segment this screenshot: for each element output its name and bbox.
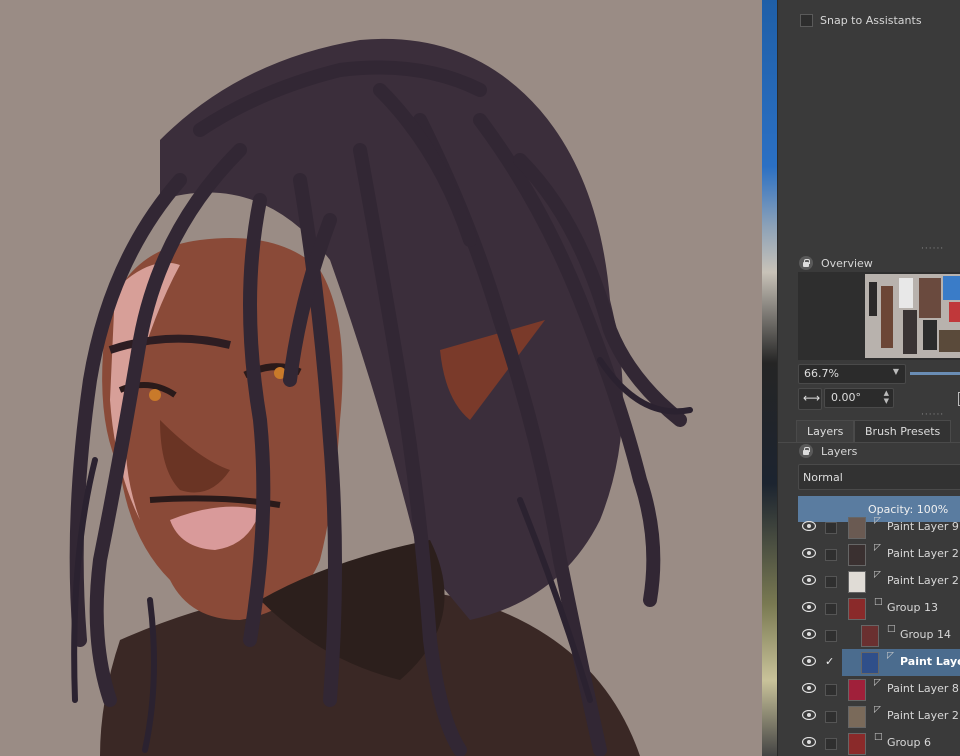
eye-icon[interactable] bbox=[802, 710, 816, 720]
paint-layer-icon: ◸ bbox=[874, 543, 881, 553]
layer-thumbnail bbox=[848, 706, 866, 728]
paint-layer-icon: ◸ bbox=[874, 516, 881, 526]
layer-checkbox[interactable] bbox=[825, 576, 837, 588]
layer-checkbox[interactable] bbox=[825, 711, 837, 723]
lock-icon[interactable] bbox=[799, 444, 813, 458]
folder-icon: □ bbox=[887, 624, 896, 634]
layer-name: Paint Layer 8 (p bbox=[887, 682, 960, 695]
eye-icon[interactable] bbox=[802, 548, 816, 558]
eye-icon[interactable] bbox=[802, 737, 816, 747]
layer-thumbnail bbox=[861, 625, 879, 647]
layer-list[interactable]: ◸ Paint Layer 9 (p ◸ Paint Layer 2 (p ◸ Paint… bbox=[778, 516, 960, 756]
layers-title: Layers bbox=[821, 445, 858, 458]
layer-thumbnail bbox=[848, 679, 866, 701]
eye-icon[interactable] bbox=[802, 602, 816, 612]
folder-icon: □ bbox=[874, 597, 883, 607]
layer-checkbox[interactable] bbox=[825, 630, 837, 642]
layer-row[interactable]: ◸ Paint Layer 2 (p bbox=[778, 541, 960, 568]
layer-name: Paint Layer bbox=[900, 655, 960, 668]
eye-icon[interactable] bbox=[802, 656, 816, 666]
layer-checkbox[interactable] bbox=[825, 549, 837, 561]
docker-panel: Snap to Assistants ······ Overview 66.7%… bbox=[777, 0, 960, 756]
panel-splitter[interactable]: ······ bbox=[921, 410, 944, 420]
layer-row[interactable]: □ Group 13 bbox=[778, 595, 960, 622]
layer-thumbnail bbox=[848, 733, 866, 755]
eye-icon[interactable] bbox=[802, 683, 816, 693]
layer-name: Group 13 bbox=[887, 601, 938, 614]
layer-name: Paint Layer 2 (p bbox=[887, 574, 960, 587]
tab-brush-presets[interactable]: Brush Presets bbox=[854, 420, 952, 443]
blend-mode-select[interactable]: Normal bbox=[798, 464, 960, 490]
paint-layer-icon: ◸ bbox=[874, 705, 881, 715]
layer-thumbnail bbox=[848, 544, 866, 566]
layer-row[interactable]: ◸ Paint Layer 2 (p bbox=[778, 703, 960, 730]
zoom-value: 66.7% bbox=[804, 367, 839, 380]
rotation-field[interactable]: 0.00° ▲ ▼ bbox=[824, 388, 894, 408]
layer-row[interactable]: ◸ Paint Layer 2 (p bbox=[778, 568, 960, 595]
layer-row[interactable]: ◸ Paint Layer 8 (p bbox=[778, 676, 960, 703]
overview-title: Overview bbox=[821, 257, 873, 270]
layer-name: Paint Layer 2 (p bbox=[887, 547, 960, 560]
layer-checkbox[interactable] bbox=[825, 603, 837, 615]
zoom-slider[interactable] bbox=[910, 372, 960, 375]
paint-layer-icon: ◸ bbox=[874, 678, 881, 688]
tab-divider bbox=[778, 442, 960, 443]
paint-layer-icon: ◸ bbox=[887, 651, 894, 661]
eye-icon[interactable] bbox=[802, 629, 816, 639]
layer-name: Paint Layer 2 (p bbox=[887, 709, 960, 722]
reference-image-strip bbox=[762, 0, 777, 756]
zoom-select[interactable]: 66.7% ▼ bbox=[798, 364, 906, 384]
layer-thumbnail bbox=[848, 598, 866, 620]
checkmark-icon[interactable]: ✓ bbox=[825, 656, 835, 667]
painting-canvas[interactable] bbox=[0, 0, 762, 756]
opacity-label: Opacity: 100% bbox=[868, 503, 949, 516]
blend-mode-value: Normal bbox=[803, 471, 843, 484]
layer-name: Group 6 bbox=[887, 736, 931, 749]
lock-icon[interactable] bbox=[799, 256, 813, 270]
overview-panel[interactable] bbox=[798, 272, 960, 360]
overview-thumbnail[interactable] bbox=[865, 274, 960, 358]
spin-arrows-icon[interactable]: ▲ ▼ bbox=[884, 389, 889, 405]
layer-thumbnail bbox=[848, 517, 866, 539]
rotation-value: 0.00° bbox=[831, 391, 861, 404]
layer-row[interactable]: □ Group 6 bbox=[778, 730, 960, 756]
paint-layer-icon: ◸ bbox=[874, 570, 881, 580]
eye-icon[interactable] bbox=[802, 575, 816, 585]
layer-row[interactable]: □ Group 14 bbox=[778, 622, 960, 649]
layer-name: Paint Layer 9 (p bbox=[887, 520, 960, 533]
layer-row[interactable]: ✓ ◸ Paint Layer bbox=[802, 649, 960, 676]
tab-brush-presets-label: Brush Presets bbox=[865, 425, 941, 438]
folder-icon: □ bbox=[874, 732, 883, 742]
layer-row[interactable]: ◸ Paint Layer 9 (p bbox=[778, 516, 960, 541]
panel-splitter[interactable]: ······ bbox=[921, 244, 944, 254]
layer-checkbox[interactable] bbox=[825, 684, 837, 696]
tab-layers-label: Layers bbox=[807, 425, 844, 438]
snap-label: Snap to Assistants bbox=[820, 14, 922, 27]
layer-name: Group 14 bbox=[900, 628, 951, 641]
chevron-down-icon: ▼ bbox=[892, 367, 899, 376]
layer-checkbox[interactable] bbox=[825, 522, 837, 534]
tab-layers[interactable]: Layers bbox=[796, 420, 855, 443]
snap-to-assistants-row[interactable]: Snap to Assistants bbox=[778, 12, 960, 30]
eye-icon[interactable] bbox=[802, 521, 816, 531]
snap-checkbox[interactable] bbox=[800, 14, 813, 27]
portrait-painting bbox=[69, 38, 693, 756]
layer-thumbnail bbox=[848, 571, 866, 593]
layer-checkbox[interactable] bbox=[825, 738, 837, 750]
layer-thumbnail bbox=[861, 652, 879, 674]
rotate-icon[interactable]: ⟷ bbox=[798, 388, 822, 410]
